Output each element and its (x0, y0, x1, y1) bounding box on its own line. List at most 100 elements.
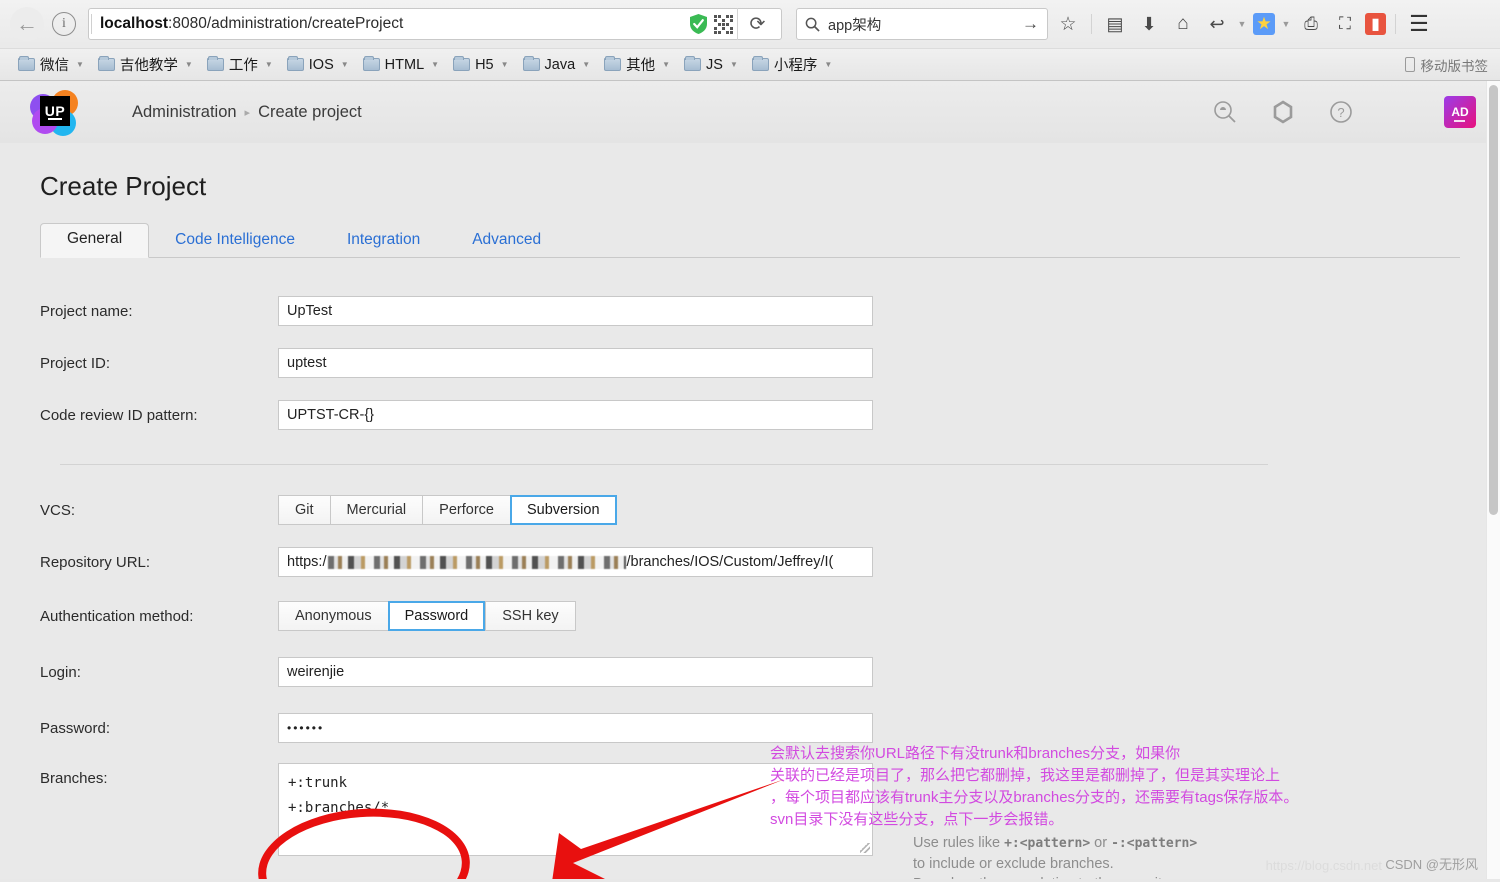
help-icon[interactable]: ? (1328, 99, 1354, 125)
bookmark-folder[interactable]: 其他 ▼ (598, 52, 676, 77)
chevron-down-icon[interactable]: ▼ (730, 60, 738, 69)
scrollbar-thumb[interactable] (1489, 85, 1498, 515)
folder-icon (362, 56, 380, 71)
hamburger-menu-icon[interactable]: ☰ (1405, 9, 1433, 39)
search-box[interactable]: app架构 → (796, 8, 1048, 40)
folder-icon (453, 56, 471, 71)
watermark-url: https://blog.csdn.net (1265, 858, 1382, 873)
repository-url-redacted (327, 555, 626, 569)
tab-general[interactable]: General (40, 223, 150, 258)
auth-option-anonymous[interactable]: Anonymous (278, 601, 388, 631)
vcs-row: VCS: Git Mercurial Perforce Subversion (40, 495, 1460, 525)
favorites-icon[interactable]: ★ (1253, 13, 1275, 35)
password-input[interactable]: •••••• (278, 713, 873, 743)
bookmark-label: Java (544, 56, 576, 73)
branches-label: Branches: (40, 770, 108, 787)
undo-icon[interactable]: ↩ (1203, 9, 1231, 39)
watermark: CSDN @无形风 (1385, 857, 1478, 872)
search-icon[interactable] (1212, 99, 1238, 125)
mobile-bookmarks-button[interactable]: 移动版书签 (1404, 55, 1488, 75)
undo-dropdown-caret-icon[interactable]: ▼ (1237, 19, 1247, 29)
qr-code-icon[interactable] (714, 14, 733, 34)
bookmark-label: IOS (308, 56, 334, 73)
translate-icon[interactable]: ⎙ (1297, 9, 1325, 39)
project-name-input[interactable]: UpTest (278, 296, 873, 326)
repository-url-prefix: https:/ (287, 554, 327, 570)
chevron-down-icon[interactable]: ▼ (501, 60, 509, 69)
folder-icon (751, 56, 769, 71)
arrow-right-icon[interactable]: → (1022, 14, 1039, 34)
tab-advanced[interactable]: Advanced (446, 225, 567, 258)
extension-app-icon[interactable]: ▮ (1365, 13, 1386, 35)
logo-mark: UP (40, 96, 70, 126)
resize-grip-icon[interactable] (860, 843, 870, 853)
bookmark-folder[interactable]: Java ▼ (517, 55, 597, 75)
search-icon (805, 17, 820, 32)
project-id-input[interactable]: uptest (278, 348, 873, 378)
auth-option-ssh-key[interactable]: SSH key (485, 601, 576, 631)
folder-icon (286, 56, 304, 71)
folder-icon (18, 56, 35, 71)
address-bar-icons (684, 14, 733, 34)
toolbar-divider-2 (1395, 14, 1396, 34)
upsource-app: UP Administration ▸ Create project ? AD … (0, 81, 1500, 879)
project-id-label: Project ID: (40, 355, 111, 372)
bookmark-label: 微信 (40, 58, 69, 74)
bookmark-folder[interactable]: IOS ▼ (281, 55, 355, 75)
auth-option-password[interactable]: Password (387, 601, 486, 631)
header-actions: ? AD (1212, 96, 1476, 128)
breadcrumb-root[interactable]: Administration (132, 103, 237, 122)
gear-icon[interactable] (1270, 99, 1296, 125)
download-icon[interactable]: ⬇ (1135, 9, 1163, 39)
bookmark-folder[interactable]: H5 ▼ (447, 55, 514, 75)
page-info-icon[interactable]: i (52, 12, 76, 36)
reading-list-icon[interactable]: ▤ (1101, 9, 1129, 39)
bookmark-folder[interactable]: 工作 ▼ (201, 52, 279, 77)
toolbar-divider (1091, 14, 1092, 34)
address-bar[interactable]: localhost:8080/administration/createProj… (88, 8, 782, 40)
vcs-option-git[interactable]: Git (278, 495, 330, 525)
bookmark-folder[interactable]: HTML ▼ (357, 55, 445, 75)
apps-grid-icon[interactable] (1386, 99, 1412, 125)
chevron-down-icon[interactable]: ▼ (582, 60, 590, 69)
repository-url-row: Repository URL: https:/ /branches/IOS/Cu… (40, 547, 1460, 577)
vcs-option-mercurial[interactable]: Mercurial (329, 495, 423, 525)
bookmark-folder[interactable]: 微信 ▼ (12, 52, 90, 77)
bookmark-folder[interactable]: 小程序 ▼ (746, 52, 838, 77)
chevron-down-icon[interactable]: ▼ (341, 60, 349, 69)
chevron-down-icon[interactable]: ▼ (185, 60, 193, 69)
reload-icon[interactable]: ⟳ (737, 8, 777, 40)
help-line1-pre: Use rules like (913, 835, 1005, 851)
repository-url-input[interactable]: https:/ /branches/IOS/Custom/Jeffrey/I( (278, 547, 873, 577)
help-line1-mid: or (1090, 835, 1112, 851)
chevron-down-icon[interactable]: ▼ (431, 60, 439, 69)
bookmark-folder[interactable]: JS ▼ (678, 55, 744, 75)
star-icon[interactable]: ☆ (1054, 9, 1082, 39)
security-shield-icon[interactable] (690, 14, 707, 34)
tab-integration[interactable]: Integration (321, 225, 446, 258)
chevron-down-icon[interactable]: ▼ (265, 60, 273, 69)
login-input[interactable]: weirenjie (278, 657, 873, 687)
vertical-scrollbar[interactable] (1486, 81, 1500, 879)
vcs-option-perforce[interactable]: Perforce (422, 495, 510, 525)
vcs-segmented-control: Git Mercurial Perforce Subversion (278, 495, 617, 525)
upsource-logo-icon[interactable]: UP (30, 88, 78, 136)
bookmark-label: 其他 (626, 58, 656, 74)
bookmark-label: HTML (384, 56, 425, 73)
vcs-option-subversion[interactable]: Subversion (509, 495, 617, 525)
password-label: Password: (40, 720, 111, 737)
tab-code-intelligence[interactable]: Code Intelligence (149, 225, 321, 258)
bookmark-folder[interactable]: 吉他教学 ▼ (92, 52, 199, 77)
folder-icon (684, 56, 702, 71)
back-arrow-icon[interactable]: ← (10, 7, 44, 41)
code-review-pattern-row: Code review ID pattern: UPTST-CR-{} (40, 400, 1460, 430)
chevron-down-icon[interactable]: ▼ (662, 60, 670, 69)
code-review-pattern-input[interactable]: UPTST-CR-{} (278, 400, 873, 430)
screenshot-crop-icon[interactable]: ⛶ (1331, 9, 1359, 39)
chevron-down-icon[interactable]: ▼ (824, 60, 832, 69)
login-label: Login: (40, 664, 81, 681)
avatar[interactable]: AD (1444, 96, 1476, 128)
chevron-down-icon[interactable]: ▼ (76, 60, 84, 69)
favorites-dropdown-caret-icon[interactable]: ▼ (1281, 19, 1291, 29)
home-icon[interactable]: ⌂ (1169, 9, 1197, 39)
